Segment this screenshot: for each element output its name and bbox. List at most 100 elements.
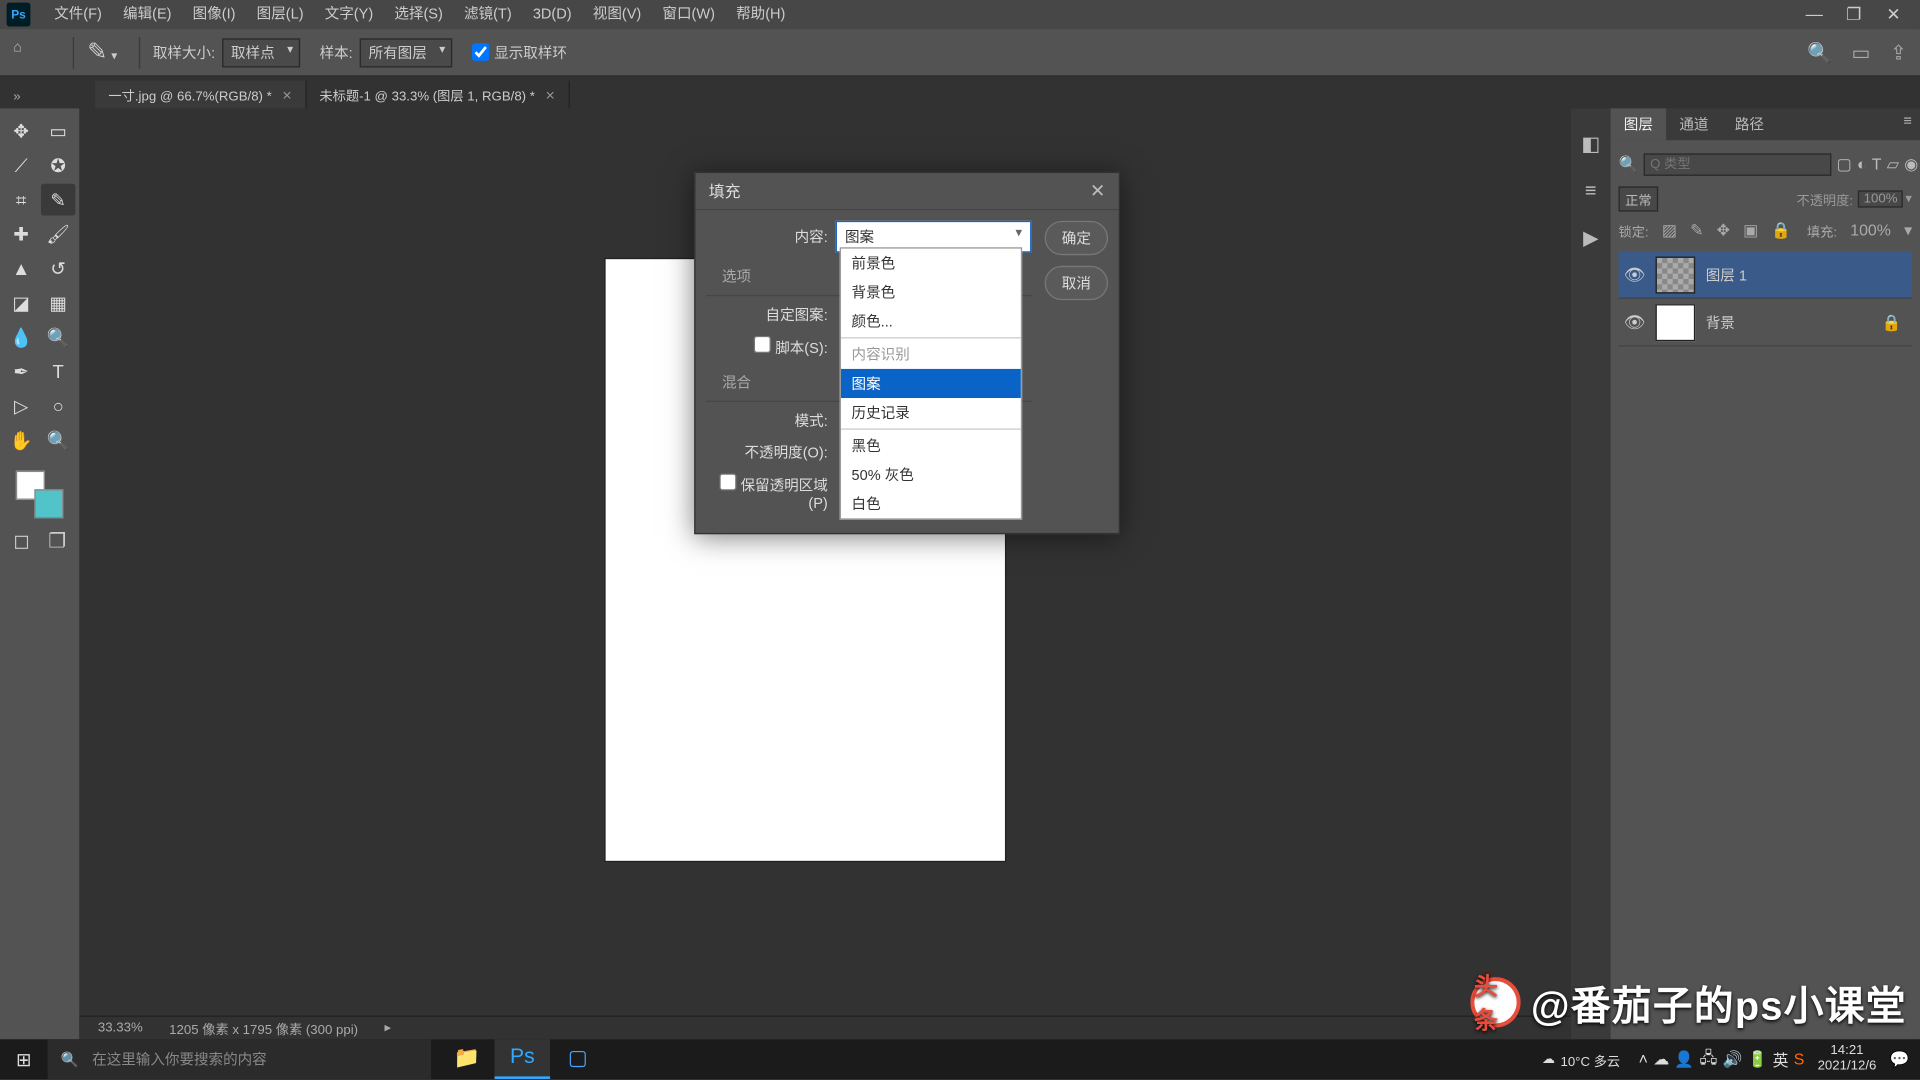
tray-chevron-icon[interactable]: ˄	[1639, 1050, 1648, 1069]
dropdown-option[interactable]: 前景色	[841, 249, 1021, 278]
sample-dropdown[interactable]: 所有图层	[359, 38, 452, 67]
tab-close-icon[interactable]: ×	[545, 85, 554, 104]
history-brush-tool-icon[interactable]: ↺	[41, 253, 75, 285]
shape-tool-icon[interactable]: ○	[41, 390, 75, 422]
taskbar-clock[interactable]: 14:21 2021/12/6	[1810, 1043, 1885, 1075]
home-icon[interactable]: ⌂	[13, 39, 39, 65]
dropdown-option[interactable]: 历史记录	[841, 398, 1021, 427]
notifications-icon[interactable]: 💬	[1890, 1050, 1910, 1069]
dropdown-option[interactable]: 白色	[841, 489, 1021, 518]
taskbar-search[interactable]: 🔍 在这里输入你要搜索的内容	[48, 1039, 431, 1079]
dialog-titlebar[interactable]: 填充 ✕	[696, 173, 1119, 210]
zoom-tool-icon[interactable]: 🔍	[41, 424, 75, 456]
menu-file[interactable]: 文件(F)	[44, 0, 113, 29]
preserve-transparency-checkbox[interactable]	[719, 473, 736, 490]
workspace-icon[interactable]: ▭	[1852, 40, 1871, 64]
window-min-icon[interactable]: —	[1794, 0, 1834, 29]
document-dims[interactable]: 1205 像素 x 1795 像素 (300 ppi)	[169, 1018, 358, 1038]
filter-adjust-icon[interactable]: ◐	[1857, 155, 1867, 174]
eyedropper-tool-icon[interactable]: ✎▾	[87, 38, 117, 66]
sample-size-dropdown[interactable]: 取样点	[222, 38, 300, 67]
play-panel-icon[interactable]: ▶	[1583, 226, 1598, 250]
menu-select[interactable]: 选择(S)	[384, 0, 454, 29]
filter-type-icon[interactable]: T	[1872, 155, 1882, 174]
filter-image-icon[interactable]: ▢	[1837, 155, 1852, 174]
menu-layer[interactable]: 图层(L)	[246, 0, 314, 29]
zoom-value[interactable]: 33.33%	[98, 1021, 143, 1036]
close-icon[interactable]: ✕	[1090, 180, 1106, 202]
dropdown-option[interactable]: 50% 灰色	[841, 460, 1021, 489]
cancel-button[interactable]: 取消	[1045, 266, 1108, 300]
window-restore-icon[interactable]: ❐	[1834, 0, 1874, 29]
layer-row[interactable]: 👁 图层 1	[1618, 251, 1912, 299]
filter-smart-icon[interactable]: ◉	[1904, 155, 1918, 174]
document-tab[interactable]: 未标题-1 @ 33.3% (图层 1, RGB/8) * ×	[306, 81, 569, 109]
hand-tool-icon[interactable]: ✋	[4, 424, 38, 456]
tab-close-icon[interactable]: ×	[282, 85, 291, 104]
crop-tool-icon[interactable]: ⌗	[4, 184, 38, 216]
heal-tool-icon[interactable]: ✚	[4, 218, 38, 250]
dropdown-option[interactable]: 背景色	[841, 278, 1021, 307]
tray-input-icon[interactable]: S	[1794, 1050, 1805, 1069]
search-icon[interactable]: 🔍	[1807, 40, 1832, 64]
filter-shape-icon[interactable]: ▱	[1887, 155, 1899, 174]
tab-paths[interactable]: 路径	[1722, 108, 1778, 140]
window-close-icon[interactable]: ✕	[1874, 0, 1914, 29]
panel-menu-icon[interactable]: ≡	[1896, 108, 1920, 140]
dropdown-option[interactable]: 黑色	[841, 431, 1021, 460]
marquee-tool-icon[interactable]: ▭	[41, 115, 75, 147]
type-tool-icon[interactable]: T	[41, 356, 75, 388]
menu-help[interactable]: 帮助(H)	[726, 0, 796, 29]
path-select-tool-icon[interactable]: ▷	[4, 390, 38, 422]
layer-thumbnail[interactable]	[1656, 256, 1696, 293]
layer-type-filter[interactable]	[1644, 153, 1832, 175]
tab-channels[interactable]: 通道	[1666, 108, 1722, 140]
menu-type[interactable]: 文字(Y)	[314, 0, 384, 29]
taskbar-photoshop-icon[interactable]: Ps	[495, 1039, 551, 1079]
lock-pixels-icon[interactable]: ▨	[1662, 221, 1677, 240]
start-button[interactable]: ⊞	[0, 1048, 48, 1070]
move-tool-icon[interactable]: ✥	[4, 115, 38, 147]
menu-image[interactable]: 图像(I)	[182, 0, 246, 29]
layer-name[interactable]: 图层 1	[1706, 264, 1907, 285]
background-color[interactable]	[34, 489, 63, 518]
quick-select-tool-icon[interactable]: ✪	[41, 149, 75, 181]
lock-paint-icon[interactable]: ✎	[1690, 221, 1703, 240]
lasso-tool-icon[interactable]: ⟋	[4, 149, 38, 181]
layer-name[interactable]: 背景	[1706, 311, 1871, 332]
tab-layers[interactable]: 图层	[1611, 108, 1667, 140]
status-disclosure-icon[interactable]: ▸	[385, 1021, 392, 1036]
menu-3d[interactable]: 3D(D)	[522, 0, 582, 29]
brush-tool-icon[interactable]: 🖌	[41, 218, 75, 250]
pen-tool-icon[interactable]: ✒	[4, 356, 38, 388]
menu-filter[interactable]: 滤镜(T)	[453, 0, 522, 29]
blend-mode-dropdown[interactable]: 正常	[1618, 186, 1658, 211]
dodge-tool-icon[interactable]: 🔍	[41, 321, 75, 353]
weather-widget[interactable]: ☁ 10°C 多云	[1542, 1049, 1620, 1069]
color-swatch[interactable]	[3, 468, 77, 521]
script-checkbox[interactable]	[754, 336, 771, 353]
eyedropper-tool-icon[interactable]: ✎	[41, 184, 75, 216]
document-tab[interactable]: 一寸.jpg @ 66.7%(RGB/8) * ×	[95, 81, 306, 109]
taskbar-explorer-icon[interactable]: 📁	[439, 1039, 495, 1079]
lock-all-icon[interactable]: 🔒	[1771, 221, 1791, 240]
ok-button[interactable]: 确定	[1045, 221, 1108, 255]
menu-view[interactable]: 视图(V)	[582, 0, 652, 29]
opacity-value[interactable]: 100%	[1858, 190, 1902, 207]
tray-battery-icon[interactable]: 🔋	[1748, 1050, 1768, 1069]
eye-icon[interactable]: 👁	[1624, 264, 1645, 285]
fill-value[interactable]: 100%	[1850, 221, 1891, 240]
history-panel-icon[interactable]: ◧	[1581, 132, 1600, 156]
layer-thumbnail[interactable]	[1656, 303, 1696, 340]
tray-people-icon[interactable]: 👤	[1674, 1050, 1694, 1069]
quick-mask-icon[interactable]: ◻	[13, 529, 29, 553]
lock-artboard-icon[interactable]: ▣	[1743, 221, 1758, 240]
stamp-tool-icon[interactable]: ▲	[4, 253, 38, 285]
taskbar-app-icon[interactable]: ▢	[550, 1039, 606, 1079]
eraser-tool-icon[interactable]: ◪	[4, 287, 38, 319]
blur-tool-icon[interactable]: 💧	[4, 321, 38, 353]
tray-volume-icon[interactable]: 🔊	[1722, 1050, 1742, 1069]
layer-row[interactable]: 👁 背景 🔒	[1618, 299, 1912, 347]
tray-ime-icon[interactable]: 英	[1773, 1048, 1789, 1070]
menu-edit[interactable]: 编辑(E)	[112, 0, 182, 29]
